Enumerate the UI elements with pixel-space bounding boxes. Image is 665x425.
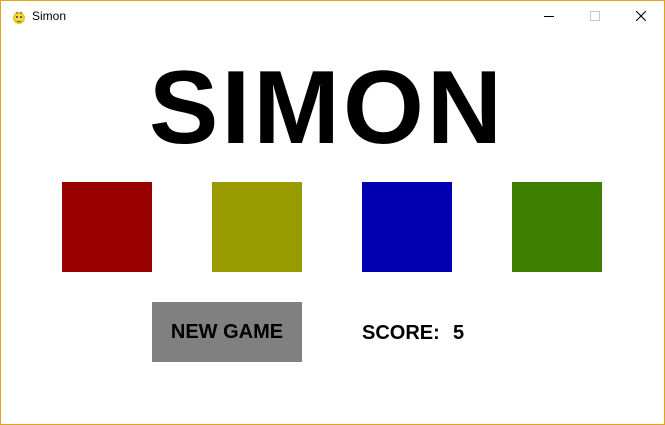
maximize-icon	[590, 11, 600, 21]
minimize-button[interactable]	[526, 1, 572, 32]
title-bar[interactable]: Simon	[1, 1, 664, 32]
yellow-square[interactable]	[212, 182, 302, 272]
green-square[interactable]	[512, 182, 602, 272]
blue-square[interactable]	[362, 182, 452, 272]
game-title: SIMON	[149, 50, 505, 166]
new-game-label: NEW GAME	[170, 320, 284, 343]
close-button[interactable]	[618, 1, 664, 32]
window-title: Simon	[32, 9, 67, 23]
close-icon	[636, 11, 646, 21]
pygame-snake-icon	[11, 9, 27, 25]
red-square[interactable]	[62, 182, 152, 272]
minimize-icon	[544, 16, 554, 17]
new-game-button[interactable]: NEW GAME	[152, 302, 302, 362]
maximize-button[interactable]	[572, 1, 618, 32]
score-label: SCORE:	[362, 322, 440, 344]
app-window: Simon SIMON NEW GAME SCORE: 5	[0, 0, 665, 425]
score-value: 5	[453, 322, 465, 344]
